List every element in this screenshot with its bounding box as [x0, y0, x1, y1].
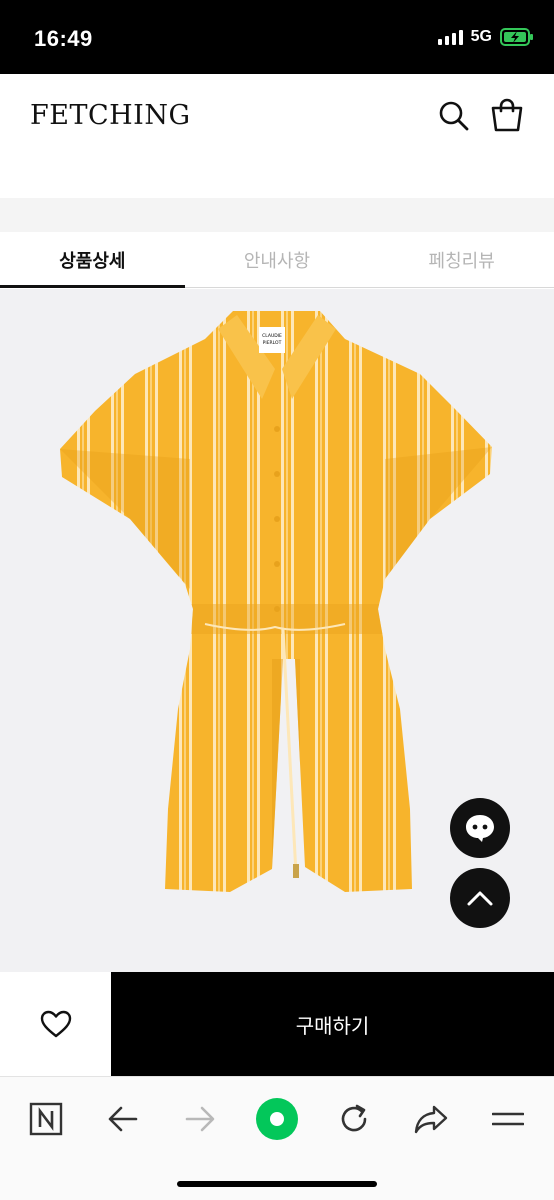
- signal-icon: [437, 29, 463, 45]
- heart-icon: [40, 1010, 71, 1038]
- shopping-bag-icon[interactable]: [490, 98, 524, 132]
- svg-text:PIERLOT: PIERLOT: [263, 340, 282, 346]
- home-indicator: [177, 1181, 377, 1187]
- brand-logo[interactable]: FETCHING: [30, 100, 191, 131]
- chat-icon: [466, 815, 494, 842]
- forward-arrow-icon: [178, 1097, 222, 1141]
- home-dot-icon[interactable]: [255, 1097, 299, 1141]
- network-type: 5G: [470, 28, 492, 45]
- purchase-bar: 구매하기: [0, 972, 554, 1076]
- tab-product-detail[interactable]: 상품상세: [0, 232, 185, 288]
- brand-label: [259, 327, 285, 353]
- svg-text:CLAUDIE: CLAUDIE: [262, 333, 282, 339]
- header-divider-band: [0, 198, 554, 232]
- detail-tabs: 상품상세 안내사항 페칭리뷰: [0, 232, 554, 288]
- naver-n-icon[interactable]: [24, 1097, 68, 1141]
- chevron-up-icon: [467, 891, 493, 906]
- status-indicators: 5G: [437, 28, 534, 46]
- refresh-icon[interactable]: [332, 1097, 376, 1141]
- buy-button[interactable]: 구매하기: [111, 972, 554, 1076]
- back-arrow-icon[interactable]: [101, 1097, 145, 1141]
- tab-notice[interactable]: 안내사항: [185, 232, 370, 287]
- tab-reviews[interactable]: 페칭리뷰: [369, 232, 554, 287]
- share-icon[interactable]: [409, 1097, 453, 1141]
- status-bar: 16:49 5G: [0, 0, 554, 74]
- app-header: [0, 74, 554, 198]
- status-time: 16:49: [34, 26, 93, 51]
- battery-icon: [500, 28, 533, 46]
- chat-button[interactable]: [450, 798, 510, 858]
- scroll-top-button[interactable]: [450, 868, 510, 928]
- wishlist-button[interactable]: [0, 972, 111, 1076]
- search-icon[interactable]: [436, 98, 470, 132]
- menu-icon[interactable]: [486, 1097, 530, 1141]
